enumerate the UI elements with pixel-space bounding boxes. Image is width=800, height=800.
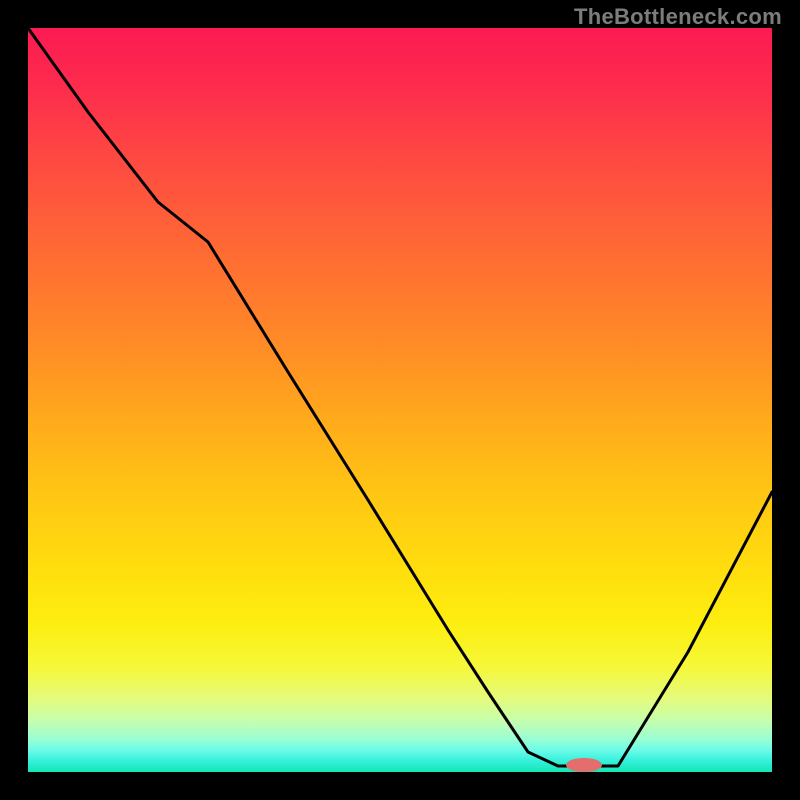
chart-frame: TheBottleneck.com bbox=[0, 0, 800, 800]
bottleneck-curve bbox=[28, 28, 772, 766]
watermark-text: TheBottleneck.com bbox=[574, 4, 782, 30]
curve-svg bbox=[28, 28, 772, 772]
optimal-point-marker bbox=[566, 758, 602, 772]
plot-area bbox=[28, 28, 772, 772]
